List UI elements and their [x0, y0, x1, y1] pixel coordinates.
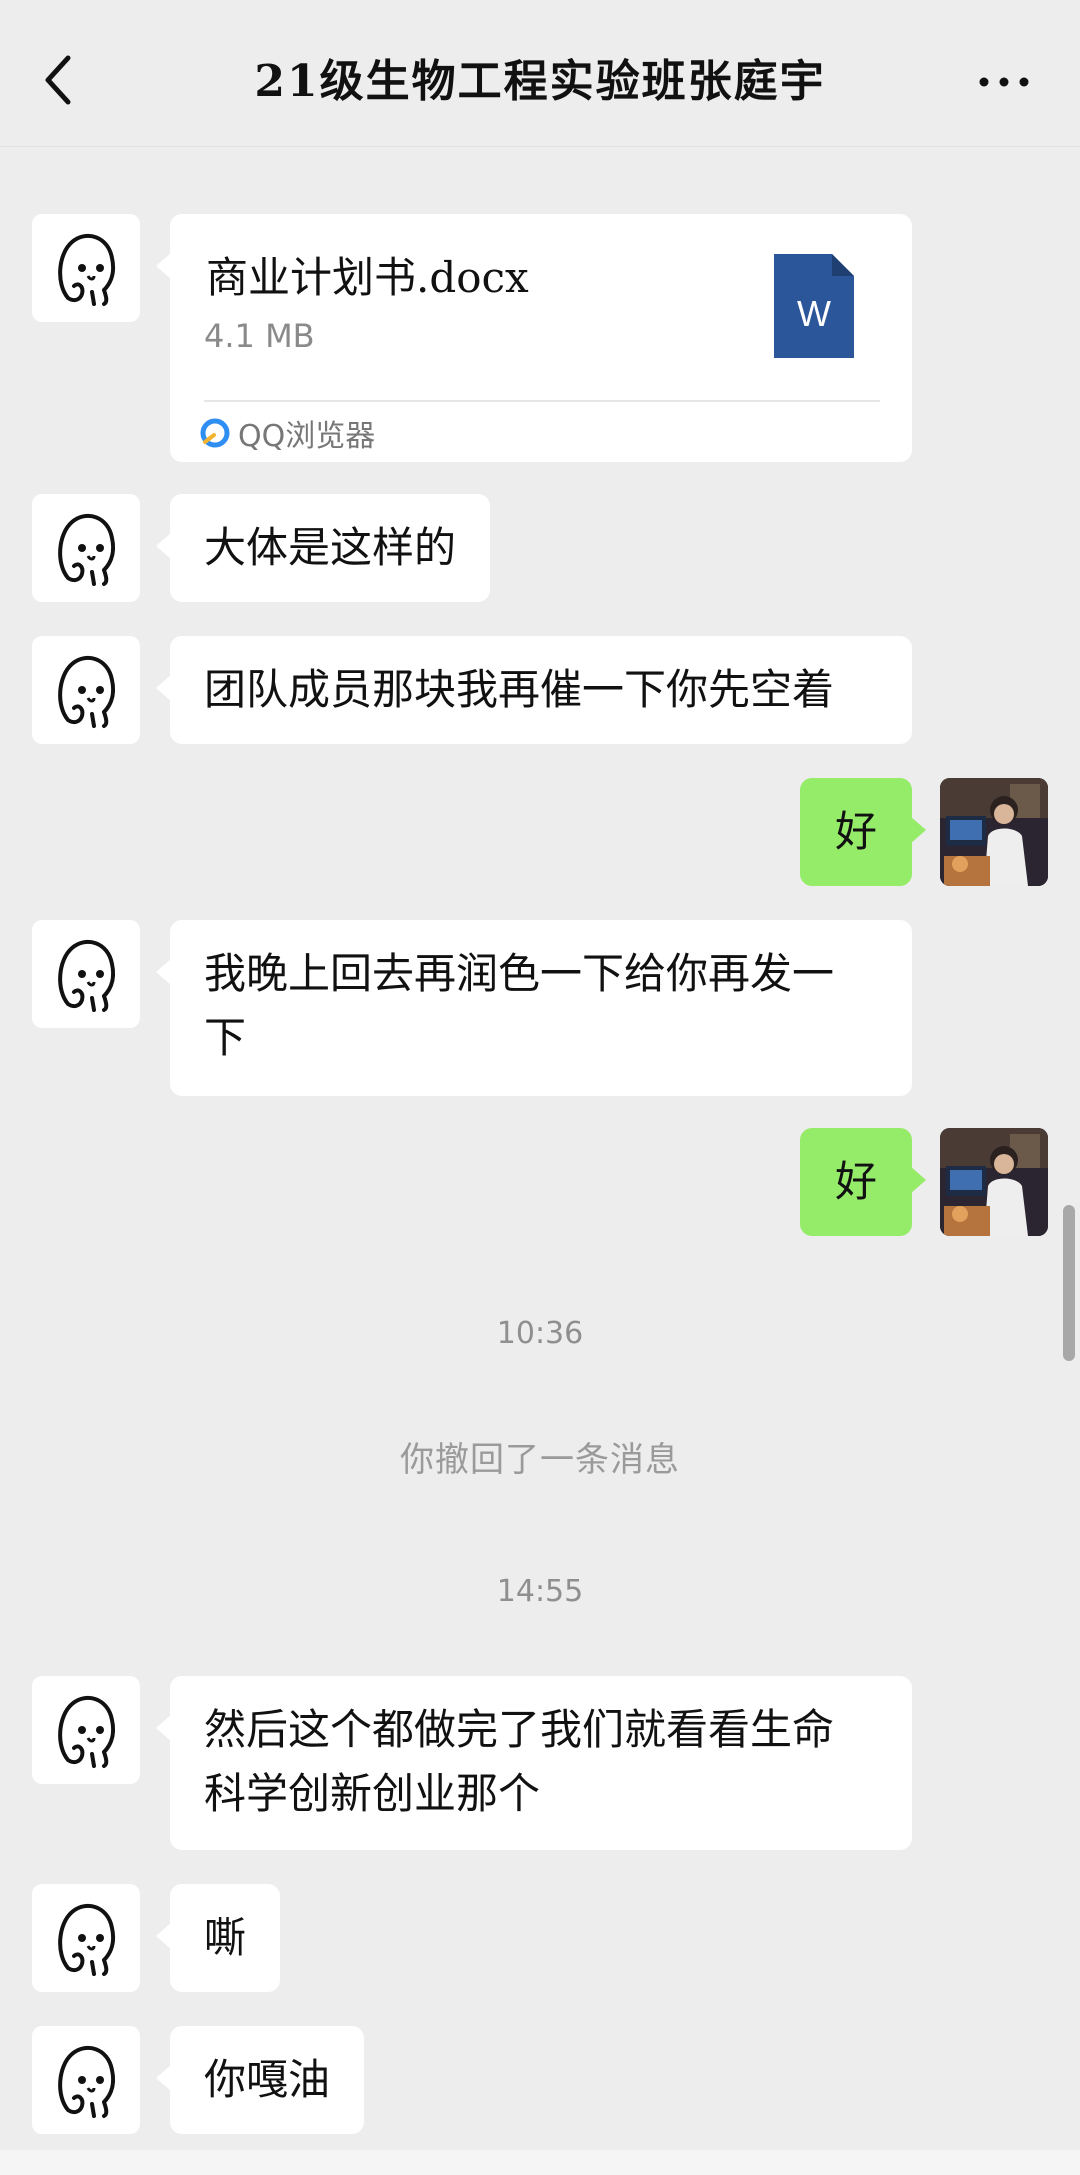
ghost-avatar-icon: [58, 2045, 115, 2118]
contact-avatar[interactable]: [32, 920, 140, 1028]
contact-avatar[interactable]: [32, 214, 140, 322]
scrollbar[interactable]: [1063, 1205, 1075, 1361]
contact-avatar[interactable]: [32, 1676, 140, 1784]
svg-text:W: W: [797, 293, 831, 334]
ghost-avatar-icon: [58, 939, 115, 1012]
ghost-avatar-icon: [58, 1695, 115, 1768]
timestamp: 10:36: [496, 1316, 584, 1351]
chat-title: 21级生物工程实验班张庭宇: [254, 56, 826, 107]
message-text: 团队成员那块我再催一下你先空着: [204, 665, 835, 714]
user-photo-avatar: [940, 778, 1048, 886]
timestamp: 14:55: [496, 1574, 584, 1609]
file-message[interactable]: 商业计划书.docx 4.1 MB W QQ浏览器: [156, 214, 912, 462]
contact-avatar[interactable]: [32, 636, 140, 744]
my-avatar[interactable]: [940, 1128, 1048, 1236]
ghost-avatar-icon: [58, 655, 115, 728]
message-bubble-outgoing[interactable]: 好: [800, 778, 926, 886]
message-text-line: 科学创新创业那个: [204, 1769, 541, 1818]
message-text: 嘶: [204, 1913, 247, 1962]
contact-avatar[interactable]: [32, 2026, 140, 2134]
word-document-icon: W: [774, 254, 854, 358]
message-text: 好: [834, 1157, 877, 1206]
message-bubble[interactable]: 然后这个都做完了我们就看看生命 科学创新创业那个: [156, 1676, 912, 1850]
back-button[interactable]: [36, 48, 86, 112]
message-bubble-outgoing[interactable]: 好: [800, 1128, 926, 1236]
file-name: 商业计划书.docx: [206, 253, 529, 302]
message-text: 好: [834, 807, 877, 856]
file-source-label: QQ浏览器: [238, 419, 376, 454]
file-size: 4.1 MB: [204, 317, 315, 355]
message-bubble[interactable]: 你嘎油: [155, 2026, 365, 2134]
message-text: 你嘎油: [204, 2055, 331, 2104]
file-source[interactable]: QQ浏览器: [200, 410, 375, 456]
message-bubble[interactable]: 嘶: [155, 1884, 281, 1992]
chat-screen: 21级生物工程实验班张庭宇 商业计划书.docx 4.1 MB W QQ浏览器 …: [0, 0, 1080, 2175]
ellipsis-icon: [979, 77, 1029, 87]
message-bubble[interactable]: 团队成员那块我再催一下你先空着: [156, 636, 912, 744]
user-photo-avatar: [940, 1128, 1048, 1236]
message-bubble[interactable]: 大体是这样的: [155, 494, 491, 602]
recall-notice: 你撤回了一条消息: [400, 1440, 680, 1480]
message-text-line: 我晚上回去再润色一下给你再发一: [204, 949, 835, 998]
qq-browser-icon: [200, 418, 230, 448]
chevron-left-icon: [45, 55, 71, 105]
message-text: 大体是这样的: [204, 523, 457, 572]
input-bar-edge: [0, 2150, 1080, 2175]
more-button[interactable]: [976, 62, 1032, 102]
message-text-line: 然后这个都做完了我们就看看生命: [204, 1705, 835, 1754]
file-card-divider: [204, 400, 880, 402]
my-avatar[interactable]: [940, 778, 1048, 886]
chat-header: 21级生物工程实验班张庭宇: [0, 0, 1080, 147]
contact-avatar[interactable]: [32, 1884, 140, 1992]
ghost-avatar-icon: [58, 1903, 115, 1976]
ghost-avatar-icon: [58, 233, 115, 306]
message-bubble[interactable]: 我晚上回去再润色一下给你再发一 下: [156, 920, 912, 1096]
contact-avatar[interactable]: [32, 494, 140, 602]
message-text-line: 下: [204, 1013, 247, 1062]
ghost-avatar-icon: [58, 513, 115, 586]
